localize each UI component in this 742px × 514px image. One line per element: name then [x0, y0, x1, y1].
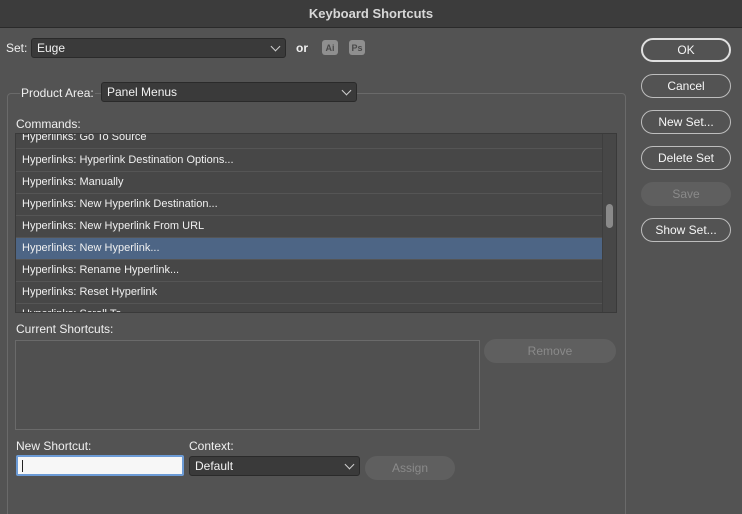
window-title: Keyboard Shortcuts: [308, 6, 434, 21]
new-shortcut-field[interactable]: [16, 455, 184, 476]
chevron-down-icon: [341, 85, 352, 96]
product-area-label: Product Area:: [20, 86, 95, 100]
title-bar: Keyboard Shortcuts: [0, 0, 742, 28]
command-item[interactable]: Hyperlinks: Scroll To ...: [16, 304, 604, 312]
save-button[interactable]: Save: [641, 182, 731, 206]
text-caret: [22, 460, 23, 472]
chevron-down-icon: [270, 41, 281, 52]
chevron-down-icon: [344, 459, 355, 470]
cancel-button[interactable]: Cancel: [641, 74, 731, 98]
current-shortcuts-label: Current Shortcuts:: [16, 322, 114, 336]
command-item[interactable]: Hyperlinks: New Hyperlink From URL: [16, 216, 604, 238]
set-select[interactable]: Euge: [31, 38, 286, 58]
command-item[interactable]: Hyperlinks: Rename Hyperlink...: [16, 260, 604, 282]
current-shortcuts-list[interactable]: [15, 340, 480, 430]
command-item-selected[interactable]: Hyperlinks: New Hyperlink...: [16, 238, 604, 260]
product-area-select[interactable]: Panel Menus: [101, 82, 357, 102]
commands-list[interactable]: Hyperlinks: Go To Source Hyperlinks: Hyp…: [15, 133, 617, 313]
illustrator-app-icon[interactable]: Ai: [322, 40, 338, 55]
remove-button[interactable]: Remove: [484, 339, 616, 363]
photoshop-app-icon[interactable]: Ps: [349, 40, 365, 55]
scrollbar-thumb[interactable]: [606, 204, 613, 228]
show-set-button[interactable]: Show Set...: [641, 218, 731, 242]
delete-set-button[interactable]: Delete Set: [641, 146, 731, 170]
command-item[interactable]: Hyperlinks: Go To Source: [16, 134, 604, 149]
new-set-button[interactable]: New Set...: [641, 110, 731, 134]
set-select-value: Euge: [37, 41, 66, 55]
context-label: Context:: [189, 439, 234, 453]
ok-button[interactable]: OK: [641, 38, 731, 62]
commands-label: Commands:: [16, 117, 81, 131]
context-value: Default: [195, 459, 234, 473]
set-label: Set:: [6, 41, 28, 55]
or-label: or: [296, 41, 308, 55]
context-select[interactable]: Default: [189, 456, 360, 476]
command-item[interactable]: Hyperlinks: New Hyperlink Destination...: [16, 194, 604, 216]
product-area-value: Panel Menus: [107, 85, 178, 99]
command-item[interactable]: Hyperlinks: Manually: [16, 172, 604, 194]
command-item[interactable]: Hyperlinks: Reset Hyperlink: [16, 282, 604, 304]
assign-button[interactable]: Assign: [365, 456, 455, 480]
commands-scrollbar[interactable]: [602, 134, 616, 312]
new-shortcut-label: New Shortcut:: [16, 439, 92, 453]
command-item[interactable]: Hyperlinks: Hyperlink Destination Option…: [16, 150, 604, 172]
